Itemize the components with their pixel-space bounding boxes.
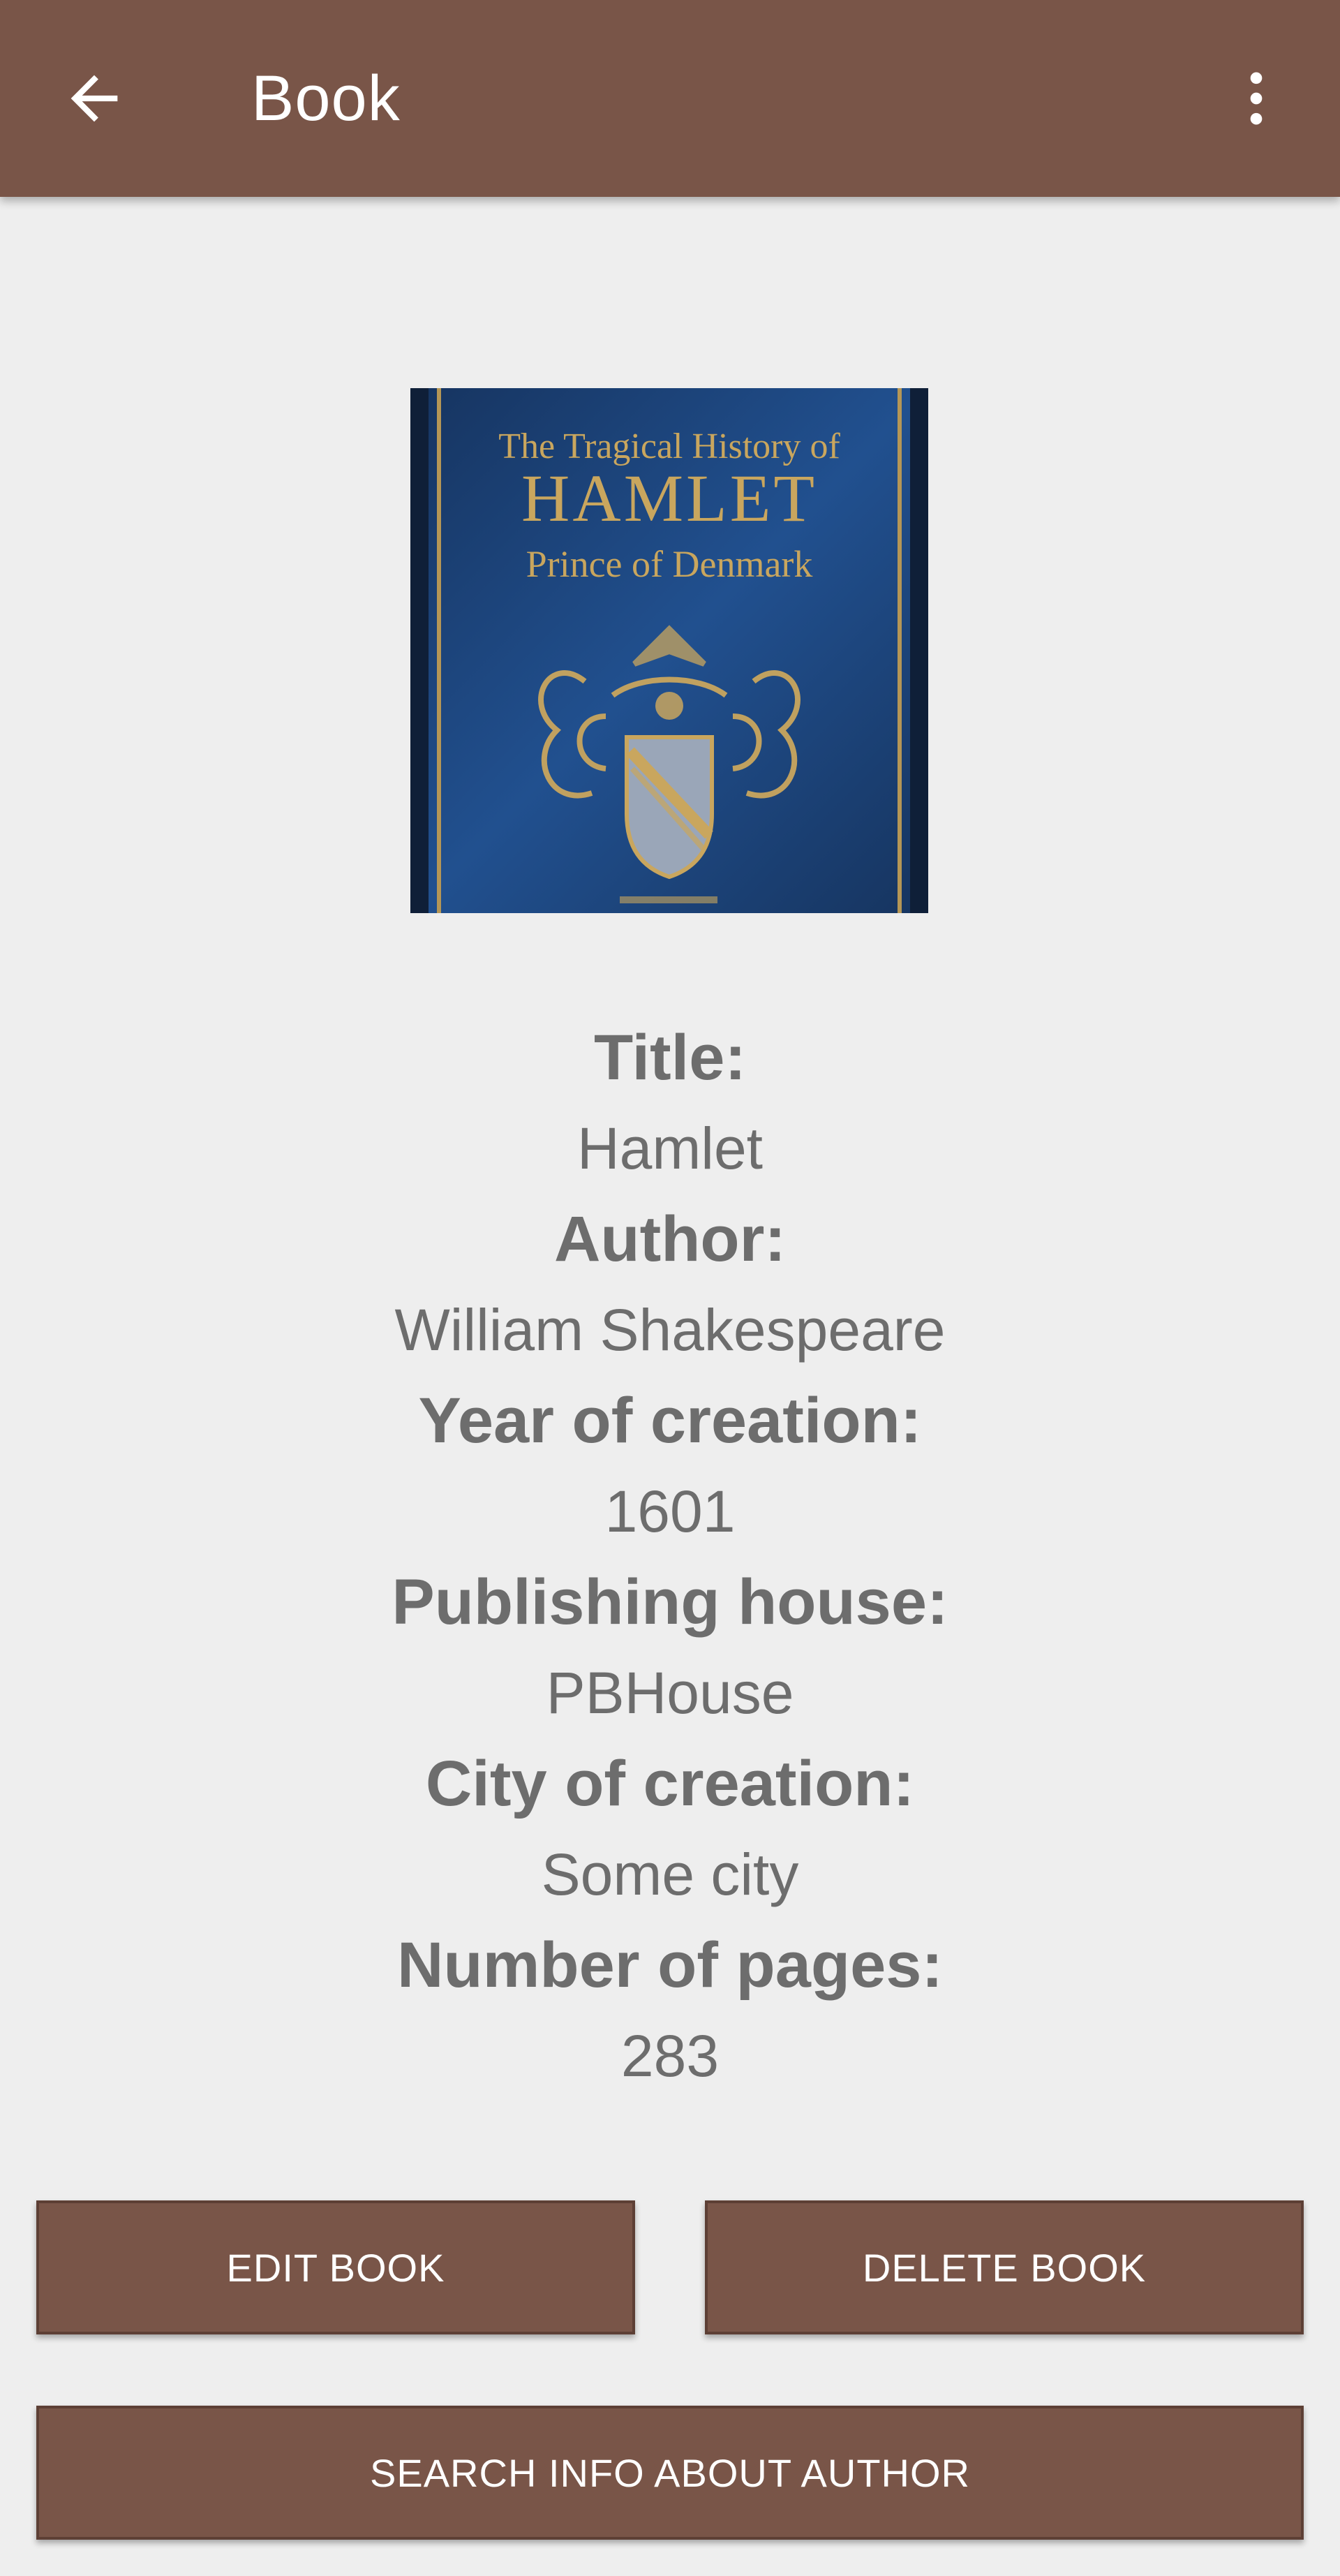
detail-value-year: 1601 (604, 1479, 736, 1544)
cover-line-3: Prince of Denmark (526, 543, 813, 585)
detail-label-year: Year of creation: (418, 1385, 922, 1456)
edit-book-button[interactable]: EDIT BOOK (36, 2200, 635, 2334)
back-button[interactable] (49, 53, 140, 144)
detail-value-city: Some city (541, 1842, 799, 1907)
detail-label-publisher: Publishing house: (392, 1567, 948, 1638)
delete-book-button[interactable]: DELETE BOOK (705, 2200, 1304, 2334)
detail-label-title: Title: (593, 1022, 747, 1093)
detail-value-publisher: PBHouse (546, 1660, 794, 1726)
book-cover-image: The Tragical History of HAMLET Prince of… (410, 388, 928, 913)
more-vert-icon (1250, 72, 1263, 125)
cover-line-2: HAMLET (521, 461, 817, 535)
arrow-back-icon (70, 75, 118, 122)
detail-label-author: Author: (553, 1204, 787, 1275)
app-bar: Book (0, 0, 1340, 197)
book-details: Title: Hamlet Author: William Shakespear… (0, 1012, 1340, 2101)
overflow-menu-button[interactable] (1214, 53, 1298, 144)
detail-value-author: William Shakespeare (394, 1297, 946, 1363)
detail-label-pages: Number of pages: (396, 1930, 944, 2001)
detail-label-city: City of creation: (425, 1748, 915, 1819)
detail-value-title: Hamlet (576, 1116, 764, 1181)
page-title: Book (251, 63, 401, 134)
detail-value-pages: 283 (620, 2023, 720, 2089)
search-author-info-button[interactable]: SEARCH INFO ABOUT AUTHOR (36, 2406, 1304, 2540)
